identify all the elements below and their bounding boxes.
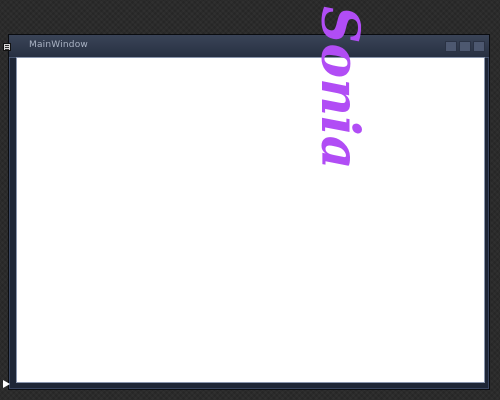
close-icon[interactable] [473, 41, 485, 52]
main-window: MainWindow [8, 34, 490, 390]
title-bar[interactable]: MainWindow [9, 35, 489, 58]
client-area [16, 57, 485, 383]
maximize-icon[interactable] [459, 41, 471, 52]
resize-grip-icon[interactable] [3, 380, 10, 388]
watermark-signature: Sonia [309, 6, 370, 170]
watermark-text: Sonia [309, 6, 370, 170]
minimize-icon[interactable] [445, 41, 457, 52]
window-title: MainWindow [29, 40, 88, 50]
window-menu-icon[interactable] [3, 43, 11, 51]
